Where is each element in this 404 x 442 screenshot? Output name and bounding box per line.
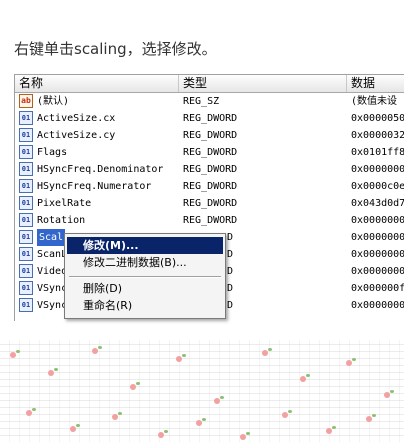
value-type: D — [227, 249, 234, 260]
binary-value-icon: 01 — [19, 145, 33, 159]
value-data: 0x0000000 — [351, 164, 404, 175]
column-data-header[interactable]: 数据 — [347, 75, 404, 92]
binary-value-icon: 01 — [19, 111, 33, 125]
value-name: ActiveSize.cy — [37, 130, 116, 141]
value-data: 0x000000f — [351, 283, 404, 294]
value-type: D — [227, 283, 234, 294]
binary-value-icon: 01 — [19, 281, 33, 295]
value-name: (默认) — [37, 96, 70, 107]
binary-value-icon: 01 — [19, 264, 33, 278]
value-type: D — [227, 232, 234, 243]
value-type: REG_DWORD — [183, 164, 238, 175]
value-data: 0x0000000 — [351, 249, 404, 260]
column-type-header[interactable]: 类型 — [179, 75, 347, 92]
registry-row[interactable]: 01 Flags REG_DWORD 0x0101ff8 — [15, 144, 404, 161]
value-type: REG_DWORD — [183, 215, 238, 226]
value-data: (数值未设 — [351, 96, 398, 107]
value-type: REG_DWORD — [183, 147, 238, 158]
menu-separator — [69, 276, 221, 278]
value-data: 0x0000000 — [351, 266, 404, 277]
menu-item-modify-binary[interactable]: 修改二进制数据(B)... — [67, 254, 223, 271]
value-data: 0x0000000 — [351, 300, 404, 311]
binary-value-icon: 01 — [19, 179, 33, 193]
value-name: VSync — [37, 300, 68, 311]
value-name: ScanL — [37, 249, 68, 260]
context-menu: 修改(M)... 修改二进制数据(B)... 删除(D) 重命名(R) — [64, 233, 226, 319]
menu-item-modify[interactable]: 修改(M)... — [67, 237, 223, 254]
value-type: REG_DWORD — [183, 181, 238, 192]
registry-row[interactable]: 01 HSyncFreq.Denominator REG_DWORD 0x000… — [15, 161, 404, 178]
value-data: 0x0000050 — [351, 113, 404, 124]
value-name: Scal — [37, 229, 66, 246]
registry-row[interactable]: 01 ActiveSize.cy REG_DWORD 0x0000032 — [15, 127, 404, 144]
value-type: REG_SZ — [183, 96, 220, 107]
binary-value-icon: 01 — [19, 162, 33, 176]
value-data: 0x0000000 — [351, 215, 404, 226]
value-name: Video — [37, 266, 68, 277]
instruction-caption: 右键单击scaling，选择修改。 — [14, 40, 217, 58]
registry-row[interactable]: 01 PixelRate REG_DWORD 0x043d0d7 — [15, 195, 404, 212]
value-data: 0x0000c0e — [351, 181, 404, 192]
value-name: HSyncFreq.Numerator — [37, 181, 152, 192]
value-type: REG_DWORD — [183, 113, 238, 124]
value-name: Rotation — [37, 215, 86, 226]
binary-value-icon: 01 — [19, 128, 33, 142]
value-type: D — [227, 300, 234, 311]
decorative-background-pattern — [0, 340, 404, 442]
value-data: 0x0101ff8 — [351, 147, 404, 158]
binary-value-icon: 01 — [19, 213, 33, 227]
binary-value-icon: 01 — [19, 298, 33, 312]
column-name-header[interactable]: 名称 — [15, 75, 179, 92]
registry-row[interactable]: ab (默认) REG_SZ (数值未设 — [15, 93, 404, 110]
value-data: 0x043d0d7 — [351, 198, 404, 209]
value-type: REG_DWORD — [183, 198, 238, 209]
binary-value-icon: 01 — [19, 230, 33, 244]
value-type: D — [227, 266, 234, 277]
value-type: REG_DWORD — [183, 130, 238, 141]
value-name: PixelRate — [37, 198, 92, 209]
value-name: HSyncFreq.Denominator — [37, 164, 164, 175]
value-data: 0x0000000 — [351, 232, 404, 243]
menu-item-delete[interactable]: 删除(D) — [67, 280, 223, 297]
registry-row[interactable]: 01 Rotation REG_DWORD 0x0000000 — [15, 212, 404, 229]
value-name: Flags — [37, 147, 68, 158]
registry-row[interactable]: 01 ActiveSize.cx REG_DWORD 0x0000050 — [15, 110, 404, 127]
binary-value-icon: 01 — [19, 196, 33, 210]
value-name: VSync — [37, 283, 68, 294]
menu-item-rename[interactable]: 重命名(R) — [67, 297, 223, 314]
column-header: 名称 类型 数据 — [15, 75, 404, 93]
registry-row[interactable]: 01 HSyncFreq.Numerator REG_DWORD 0x0000c… — [15, 178, 404, 195]
binary-value-icon: 01 — [19, 247, 33, 261]
value-name: ActiveSize.cx — [37, 113, 116, 124]
string-value-icon: ab — [19, 94, 33, 108]
value-data: 0x0000032 — [351, 130, 404, 141]
